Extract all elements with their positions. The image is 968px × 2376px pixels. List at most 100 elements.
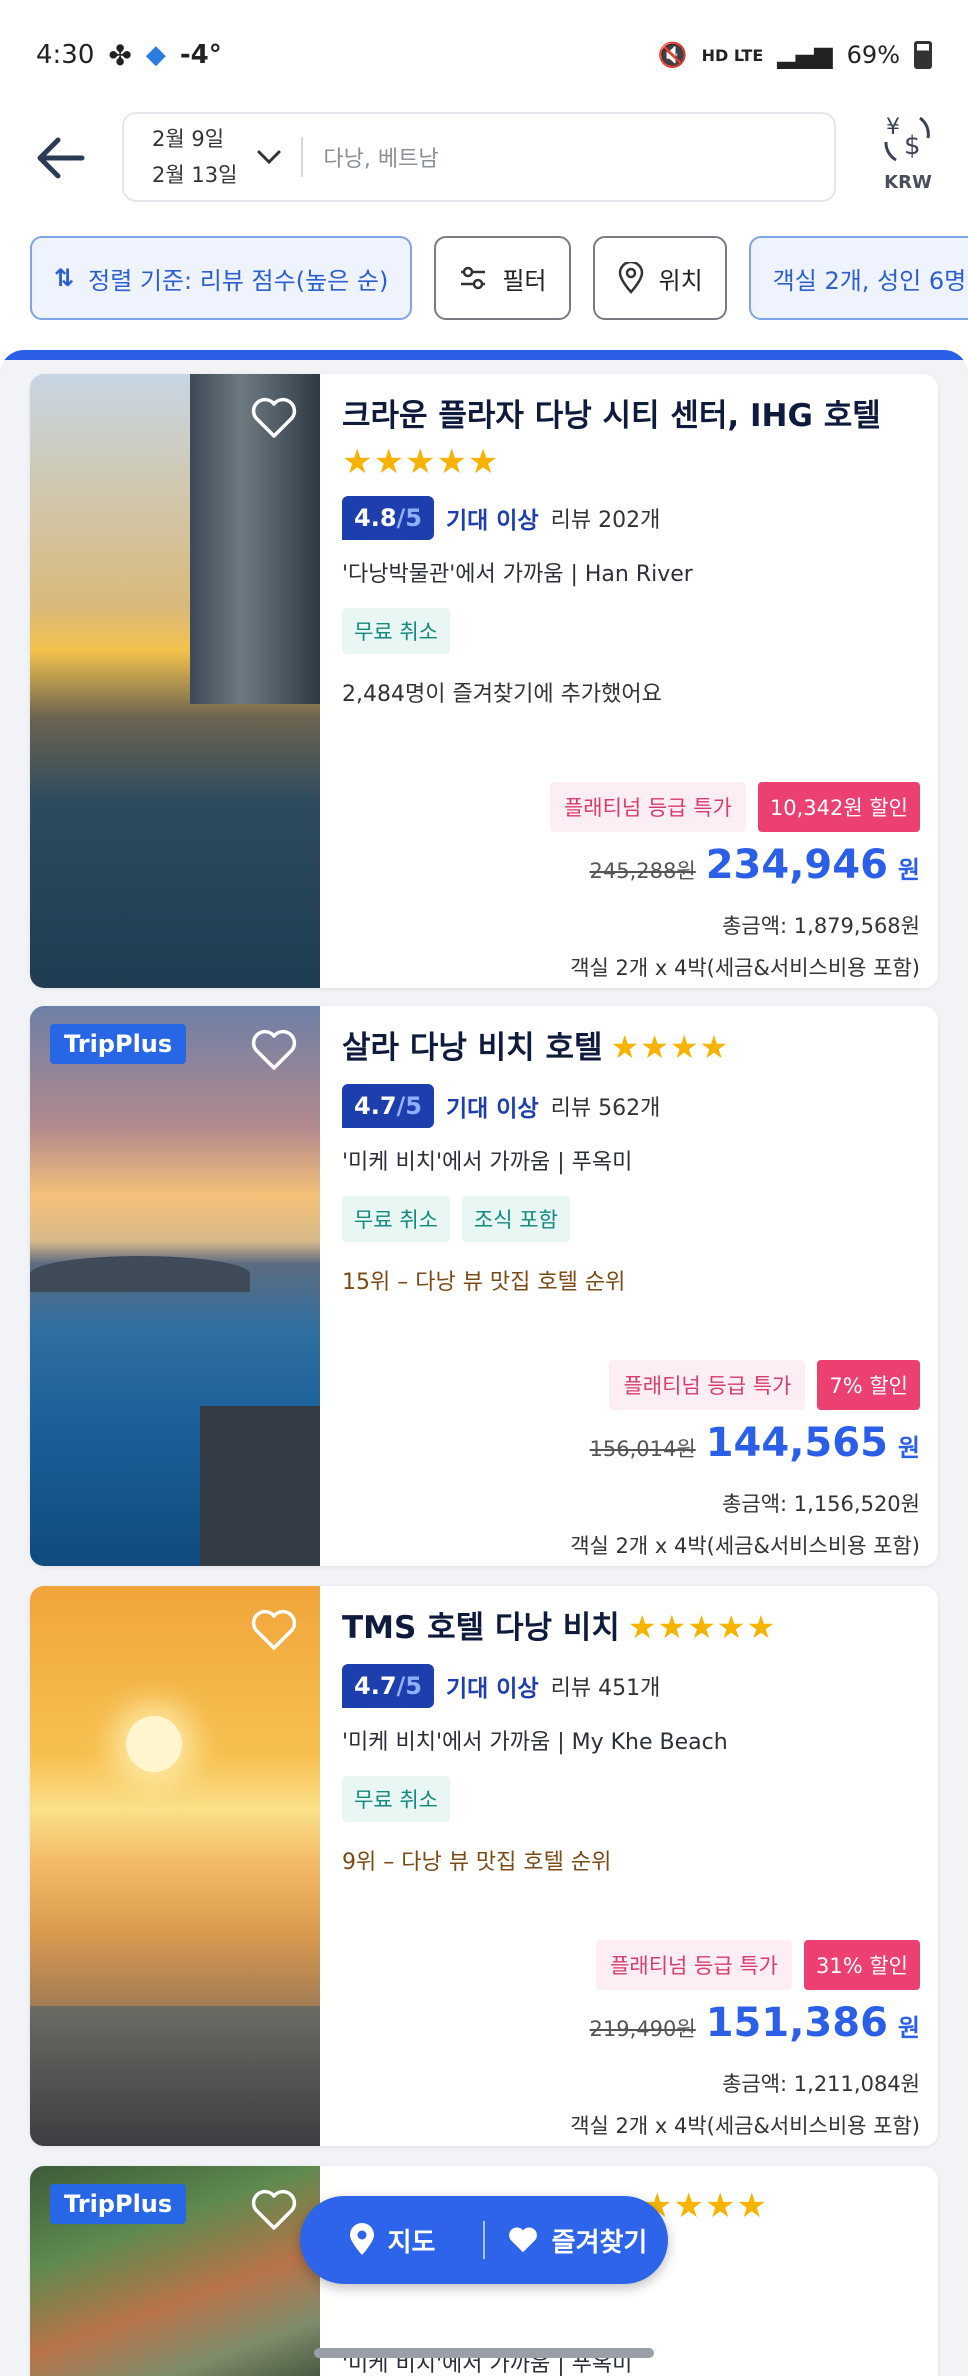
price-row: 156,014원 144,565 원 (590, 1420, 920, 1466)
sliders-icon (461, 266, 486, 290)
favorites-button[interactable]: 즐겨찾기 (485, 2222, 668, 2259)
rating-row: 4.7/5 기대 이상 리뷰 562개 (342, 1082, 920, 1130)
free-cancel-tag: 무료 취소 (342, 1196, 450, 1242)
date-range[interactable]: 2월 9일 2월 13일 (152, 121, 237, 193)
svg-text:$: $ (904, 131, 921, 161)
ranking-text[interactable]: 15위 – 다낭 뷰 맛집 호텔 순위 (342, 1266, 920, 1300)
total-price: 총금액: 1,156,520원 (722, 1492, 920, 1516)
rooms-chip[interactable]: 객실 2개, 성인 6명 (748, 236, 968, 320)
breakfast-tag: 조식 포함 (461, 1196, 570, 1242)
terrace-shape (30, 2006, 320, 2146)
price-row: 219,490원 151,386 원 (590, 2000, 920, 2046)
heart-icon[interactable] (250, 396, 298, 440)
destination-text[interactable]: 다낭, 베트남 (323, 141, 438, 173)
status-temp: -4° (179, 40, 222, 70)
score-badge: 4.7/5 (342, 1664, 434, 1708)
hotel-photo[interactable]: TripPlus (30, 2166, 320, 2376)
currency-button[interactable]: ¥ $ KRW (868, 110, 948, 193)
current-price: 234,946 (705, 842, 888, 888)
tag-list: 무료 취소 조식 포함 (342, 1196, 920, 1242)
price-row: 245,288원 234,946 원 (590, 842, 920, 888)
map-button[interactable]: 지도 (300, 2222, 483, 2259)
hotel-info: 크라운 플라자 다낭 시티 센터, IHG 호텔 ★★★★★ 4.8/5 기대 … (342, 392, 920, 988)
rating-row: 4.8/5 기대 이상 리뷰 202개 (342, 494, 920, 542)
location-pin-icon (618, 262, 643, 294)
hotel-card[interactable]: 크라운 플라자 다낭 시티 센터, IHG 호텔 ★★★★★ 4.8/5 기대 … (30, 374, 938, 988)
hotel-card[interactable]: TMS 호텔 다낭 비치 ★★★★★ 4.7/5 기대 이상 리뷰 451개 '미… (30, 1586, 938, 2146)
map-label: 지도 (387, 2227, 436, 2258)
heart-icon[interactable] (250, 1608, 298, 1652)
sort-label: 정렬 기준: 리뷰 점수(높은 순) (88, 266, 389, 295)
hotel-name[interactable]: 크라운 플라자 다낭 시티 센터, IHG 호텔 (342, 392, 920, 440)
score-badge: 4.8/5 (342, 496, 434, 540)
hotel-photo[interactable]: TripPlus (30, 1006, 320, 1566)
currency-unit: 원 (897, 856, 920, 884)
grade-label: 기대 이상 (445, 1096, 539, 1122)
original-price: 219,490원 (589, 2017, 696, 2041)
back-arrow-icon[interactable] (30, 126, 94, 190)
location-chip[interactable]: 위치 (592, 236, 727, 320)
free-cancel-tag: 무료 취소 (342, 608, 450, 654)
map-favorites-pill: 지도 즐겨찾기 (300, 2196, 668, 2284)
hotel-name[interactable]: 살라 다낭 비치 호텔 (342, 1030, 603, 1066)
map-pin-icon (349, 2223, 374, 2255)
mountain-shape (30, 1256, 250, 1292)
tripplus-badge: TripPlus (50, 2184, 187, 2224)
hotel-info: TMS 호텔 다낭 비치 ★★★★★ 4.7/5 기대 이상 리뷰 451개 '미… (342, 1604, 920, 2146)
score-value: 4.8 (354, 504, 397, 532)
platinum-deal-badge: 플래티넘 등급 특가 (549, 782, 746, 832)
discount-badge: 10,342원 할인 (757, 782, 920, 832)
nearby-text: '미케 비치'에서 가까움 | My Khe Beach (342, 1730, 728, 1755)
hotel-name-row: 살라 다낭 비치 호텔 ★★★★ (342, 1024, 920, 1072)
hotel-name[interactable]: TMS 호텔 다낭 비치 (342, 1610, 620, 1646)
star-rating: ★★★★ (610, 1028, 730, 1066)
free-cancel-tag: 무료 취소 (342, 1776, 450, 1822)
stay-details: 객실 2개 x 4박(세금&서비스비용 포함) (570, 1534, 920, 1558)
score-denominator: /5 (396, 1672, 422, 1700)
star-rating: ★★★★★ (342, 442, 500, 482)
score-badge: 4.7/5 (342, 1084, 434, 1128)
fan-icon: ✤ (108, 38, 132, 72)
heart-filled-icon (508, 2227, 537, 2253)
svg-text:¥: ¥ (886, 115, 900, 140)
score-value: 4.7 (354, 1672, 397, 1700)
signal-icon: ▂▄▆ (777, 41, 833, 69)
sort-chip[interactable]: ⇅ 정렬 기준: 리뷰 점수(높은 순) (30, 236, 413, 320)
tag-list: 무료 취소 (342, 1776, 920, 1822)
hotel-photo[interactable] (30, 374, 320, 988)
platinum-deal-badge: 플래티넘 등급 특가 (609, 1360, 806, 1410)
review-count: 리뷰 451개 (550, 1676, 661, 1701)
filter-chip[interactable]: 필터 (434, 236, 571, 320)
check-in-date: 2월 9일 (152, 127, 225, 151)
favorites-count-text: 2,484명이 즐겨찾기에 추가했어요 (342, 682, 662, 707)
nearby-text: '다낭박물관'에서 가까움 | Han River (342, 562, 693, 587)
currency-exchange-icon: ¥ $ (884, 115, 930, 162)
filter-chips: ⇅ 정렬 기준: 리뷰 점수(높은 순) 필터 위치 객실 2개, 성인 6명 (30, 236, 968, 320)
battery-level: 69% (846, 41, 900, 69)
heart-icon[interactable] (250, 2188, 298, 2232)
rooms-label: 객실 2개, 성인 6명 (772, 266, 967, 295)
hotel-list: 크라운 플라자 다낭 시티 센터, IHG 호텔 ★★★★★ 4.8/5 기대 … (0, 350, 968, 2376)
sort-icon: ⇅ (54, 264, 75, 292)
hotel-card[interactable]: TripPlus 살라 다낭 비치 호텔 ★★★★ 4.7/5 기대 이상 리뷰 … (30, 1006, 938, 1566)
check-out-date: 2월 13일 (152, 163, 238, 187)
hotel-info: 살라 다낭 비치 호텔 ★★★★ 4.7/5 기대 이상 리뷰 562개 '미케 … (342, 1024, 920, 1566)
score-value: 4.7 (354, 1092, 397, 1120)
review-count: 리뷰 562개 (550, 1096, 661, 1121)
discount-badge: 31% 할인 (804, 1940, 920, 1990)
stay-details: 객실 2개 x 4박(세금&서비스비용 포함) (570, 956, 920, 980)
hotel-photo[interactable] (30, 1586, 320, 2146)
filter-label: 필터 (502, 266, 547, 295)
search-box[interactable]: 2월 9일 2월 13일 다낭, 베트남 (122, 112, 836, 202)
ranking-text[interactable]: 9위 – 다낭 뷰 맛집 호텔 순위 (342, 1846, 920, 1880)
tripplus-badge: TripPlus (50, 1024, 187, 1064)
original-price: 156,014원 (589, 1437, 696, 1461)
discount-badge: 7% 할인 (817, 1360, 920, 1410)
grade-label: 기대 이상 (445, 1676, 539, 1702)
promo-row: 플래티넘 등급 특가 31% 할인 (596, 1940, 920, 1990)
location-label: 위치 (658, 266, 703, 295)
home-indicator[interactable] (314, 2348, 654, 2358)
heart-icon[interactable] (250, 1028, 298, 1072)
top-bar: 2월 9일 2월 13일 다낭, 베트남 ¥ $ KRW (0, 110, 968, 210)
chevron-down-icon[interactable] (255, 143, 283, 171)
